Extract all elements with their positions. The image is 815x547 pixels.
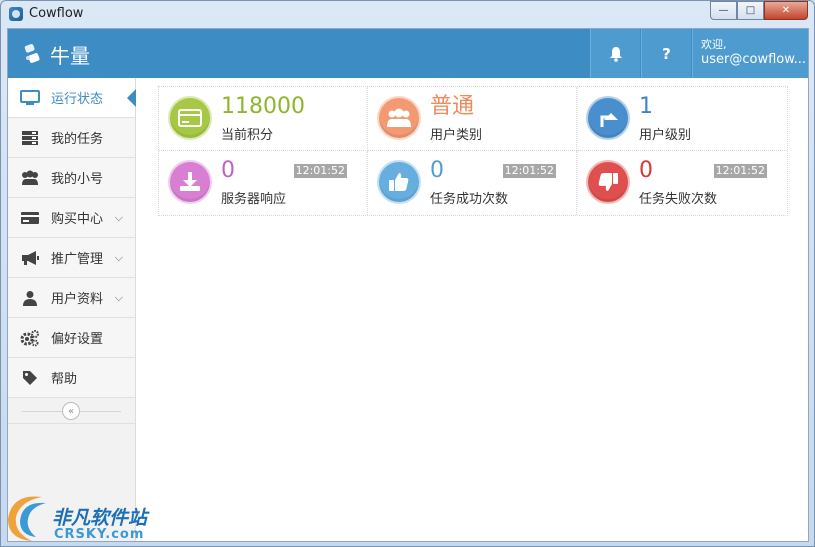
sidebar-item-label: 购买中心 bbox=[51, 212, 104, 227]
stat-value: 0 bbox=[221, 158, 235, 183]
user-icon bbox=[20, 289, 40, 307]
megaphone-icon bbox=[20, 249, 40, 267]
sidebar-item-label: 帮助 bbox=[51, 372, 78, 387]
card-icon bbox=[20, 209, 40, 227]
stat-label: 当前积分 bbox=[221, 128, 274, 143]
sidebar-item-promotion[interactable]: 推广管理 ⌵ bbox=[8, 238, 135, 278]
sidebar-item-accounts[interactable]: 我的小号 bbox=[8, 158, 135, 198]
collapse-sidebar-button[interactable]: « bbox=[62, 402, 80, 420]
bell-icon bbox=[609, 46, 622, 62]
stat-timestamp: 12:01:52 bbox=[293, 164, 347, 178]
sidebar-item-preferences[interactable]: 偏好设置 bbox=[8, 318, 135, 358]
notifications-button[interactable] bbox=[590, 29, 640, 78]
app-window: Cowflow — □ ✕ 牛量 ? 欢迎, user@cowflow... 运… bbox=[0, 0, 815, 547]
stat-value: 1 bbox=[639, 94, 653, 119]
title-bar[interactable]: Cowflow — □ ✕ bbox=[1, 1, 814, 28]
sidebar-item-label: 推广管理 bbox=[51, 252, 104, 267]
stat-timestamp: 12:01:52 bbox=[713, 164, 767, 178]
sidebar-item-profile[interactable]: 用户资料 ⌵ bbox=[8, 278, 135, 318]
app-icon bbox=[9, 7, 23, 21]
sidebar-item-label: 运行状态 bbox=[51, 92, 104, 107]
watermark: 非凡软件站 CRSKY.com bbox=[0, 487, 160, 547]
stat-value: 普通 bbox=[430, 94, 475, 119]
stat-card-user-level: 1 用户级别 bbox=[577, 87, 787, 151]
sidebar: 运行状态 我的任务 我的小号 购买中心 ⌵ 推广管理 ⌵ 用户资料 ⌵ 偏好设置… bbox=[8, 78, 136, 541]
group-icon bbox=[377, 96, 421, 140]
sidebar-collapse-row: « bbox=[8, 398, 135, 424]
chevron-down-icon: ⌵ bbox=[114, 251, 123, 264]
app-header: 牛量 ? 欢迎, user@cowflow... bbox=[8, 29, 808, 78]
watermark-text: 非凡软件站 bbox=[52, 507, 148, 529]
minimize-button[interactable]: — bbox=[710, 1, 737, 20]
stat-value: 0 bbox=[430, 158, 444, 183]
user-greeting: 欢迎, bbox=[701, 38, 727, 51]
sidebar-item-label: 偏好设置 bbox=[51, 332, 104, 347]
stat-timestamp: 12:01:52 bbox=[502, 164, 556, 178]
stat-card-points: 118000 当前积分 bbox=[159, 87, 368, 151]
sidebar-item-purchase[interactable]: 购买中心 ⌵ bbox=[8, 198, 135, 238]
maximize-button[interactable]: □ bbox=[737, 1, 764, 20]
level-up-icon bbox=[586, 96, 630, 140]
stat-card-task-success: 0 任务成功次数 12:01:52 bbox=[368, 151, 577, 215]
sidebar-item-label: 我的小号 bbox=[51, 172, 104, 187]
stat-card-task-failure: 0 任务失败次数 12:01:52 bbox=[577, 151, 787, 215]
stat-card-user-type: 普通 用户类别 bbox=[368, 87, 577, 151]
monitor-icon bbox=[20, 89, 40, 107]
help-button[interactable]: ? bbox=[641, 29, 691, 78]
stat-label: 任务成功次数 bbox=[430, 192, 509, 207]
window-controls: — □ ✕ bbox=[710, 1, 808, 20]
tasks-icon bbox=[20, 129, 40, 147]
main-content: 118000 当前积分 普通 用户类别 1 用户级别 0 服务器响应 12:01… bbox=[137, 78, 808, 541]
sidebar-item-tasks[interactable]: 我的任务 bbox=[8, 118, 135, 158]
sidebar-item-label: 用户资料 bbox=[51, 292, 104, 307]
stat-label: 任务失败次数 bbox=[639, 192, 718, 207]
stat-label: 服务器响应 bbox=[221, 192, 287, 207]
sidebar-item-label: 我的任务 bbox=[51, 132, 104, 147]
credit-card-icon bbox=[168, 96, 212, 140]
sidebar-item-status[interactable]: 运行状态 bbox=[8, 78, 136, 118]
window-title: Cowflow bbox=[29, 6, 84, 21]
stat-value: 0 bbox=[639, 158, 653, 183]
thumbs-up-icon bbox=[377, 160, 421, 204]
close-button[interactable]: ✕ bbox=[764, 1, 808, 20]
sidebar-item-help[interactable]: 帮助 bbox=[8, 358, 135, 398]
chevron-down-icon: ⌵ bbox=[114, 291, 123, 304]
chevron-down-icon: ⌵ bbox=[114, 211, 123, 224]
watermark-url: CRSKY.com bbox=[54, 527, 145, 542]
user-email: user@cowflow... bbox=[701, 52, 807, 67]
gears-icon bbox=[20, 329, 40, 347]
stat-card-server-response: 0 服务器响应 12:01:52 bbox=[159, 151, 368, 215]
download-icon bbox=[168, 160, 212, 204]
user-menu[interactable]: 欢迎, user@cowflow... bbox=[692, 29, 808, 78]
thumbs-down-icon bbox=[586, 160, 630, 204]
cow-logo-icon bbox=[24, 44, 40, 63]
watermark-logo-icon bbox=[8, 496, 46, 541]
stats-panel: 118000 当前积分 普通 用户类别 1 用户级别 0 服务器响应 12:01… bbox=[158, 86, 788, 216]
stat-value: 118000 bbox=[221, 94, 305, 119]
client-area: 牛量 ? 欢迎, user@cowflow... 运行状态 我的任务 我的小号 … bbox=[7, 28, 809, 542]
stat-label: 用户级别 bbox=[639, 128, 692, 143]
app-logo-text: 牛量 bbox=[50, 44, 90, 68]
stat-label: 用户类别 bbox=[430, 128, 483, 143]
tag-icon bbox=[20, 369, 40, 387]
users-icon bbox=[20, 169, 40, 187]
